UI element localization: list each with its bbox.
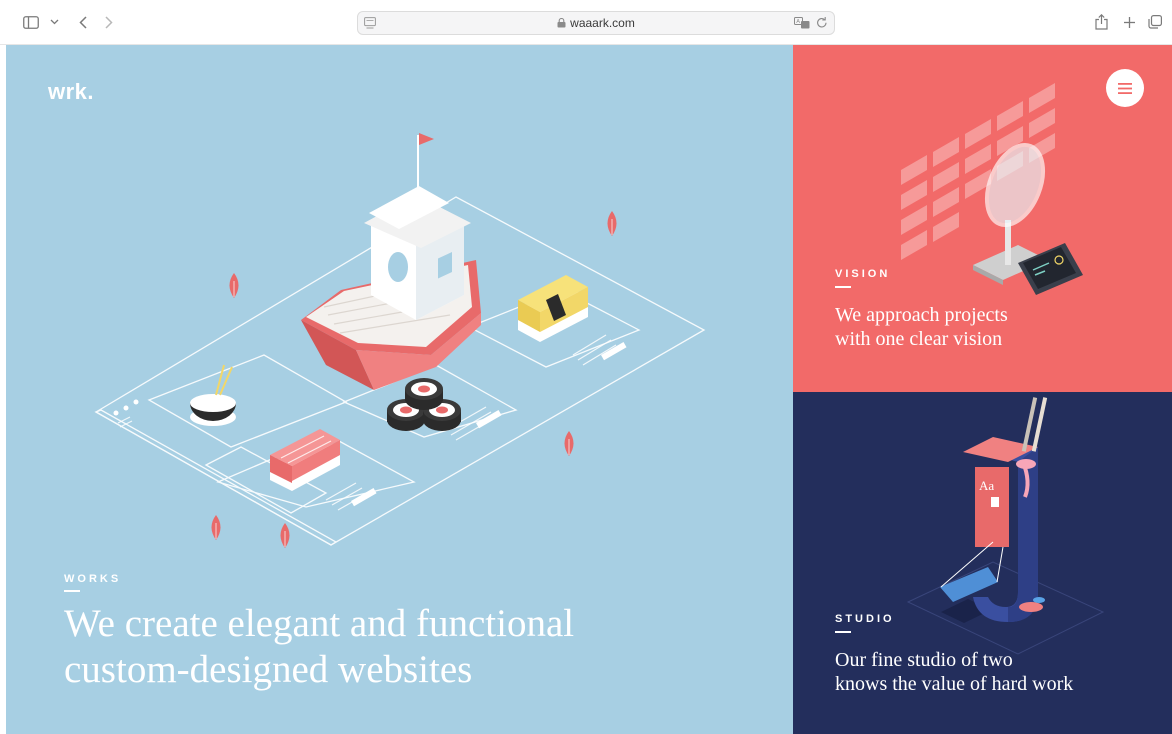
vision-label[interactable]: VISION xyxy=(835,268,890,280)
forward-icon[interactable] xyxy=(102,10,116,34)
studio-headline[interactable]: Our fine studio of two knows the value o… xyxy=(835,649,1165,696)
works-headline[interactable]: We create elegant and functional custom-… xyxy=(64,601,764,693)
chevron-down-icon[interactable] xyxy=(48,10,60,34)
new-tab-icon[interactable] xyxy=(1121,10,1137,34)
studio-label[interactable]: STUDIO xyxy=(835,613,895,625)
studio-dash xyxy=(835,631,851,633)
svg-text:A: A xyxy=(796,19,800,25)
share-icon[interactable] xyxy=(1093,10,1109,34)
works-label[interactable]: WORKS xyxy=(64,573,121,585)
hamburger-icon xyxy=(1118,82,1132,94)
url-label: waaark.com xyxy=(570,16,635,30)
sidebar-icon[interactable] xyxy=(22,10,40,34)
studio-headline-line2: knows the value of hard work xyxy=(835,672,1074,695)
works-dash xyxy=(64,590,80,592)
url-text: waaark.com xyxy=(358,16,834,30)
page-content: wrk. WORKS We create elegant and functio… xyxy=(6,45,1172,734)
studio-headline-line1: Our fine studio of two xyxy=(835,649,1013,671)
works-headline-line1: We create elegant and functional xyxy=(64,602,575,645)
works-headline-line2: custom-designed websites xyxy=(64,648,473,692)
vision-headline-line1: We approach projects xyxy=(835,304,1008,326)
lock-icon xyxy=(557,18,566,28)
reload-icon[interactable] xyxy=(816,16,828,29)
vision-panel[interactable]: VISION We approach projects with one cle… xyxy=(793,45,1172,392)
svg-text:Aa: Aa xyxy=(979,478,994,493)
back-icon[interactable] xyxy=(76,10,90,34)
menu-button[interactable] xyxy=(1106,69,1144,107)
studio-panel[interactable]: Aa STUDIO Our fine studio of two knows t… xyxy=(793,392,1172,734)
site-logo[interactable]: wrk. xyxy=(48,79,94,105)
tabs-overview-icon[interactable] xyxy=(1147,10,1163,34)
browser-toolbar: waaark.com A xyxy=(0,0,1172,45)
vision-dash xyxy=(835,286,851,288)
vision-headline[interactable]: We approach projects with one clear visi… xyxy=(835,304,1155,351)
address-bar[interactable]: waaark.com A xyxy=(357,11,835,35)
translate-icon[interactable]: A xyxy=(794,17,810,29)
works-panel[interactable]: wrk. WORKS We create elegant and functio… xyxy=(6,45,793,734)
vision-headline-line2: with one clear vision xyxy=(835,327,1003,350)
